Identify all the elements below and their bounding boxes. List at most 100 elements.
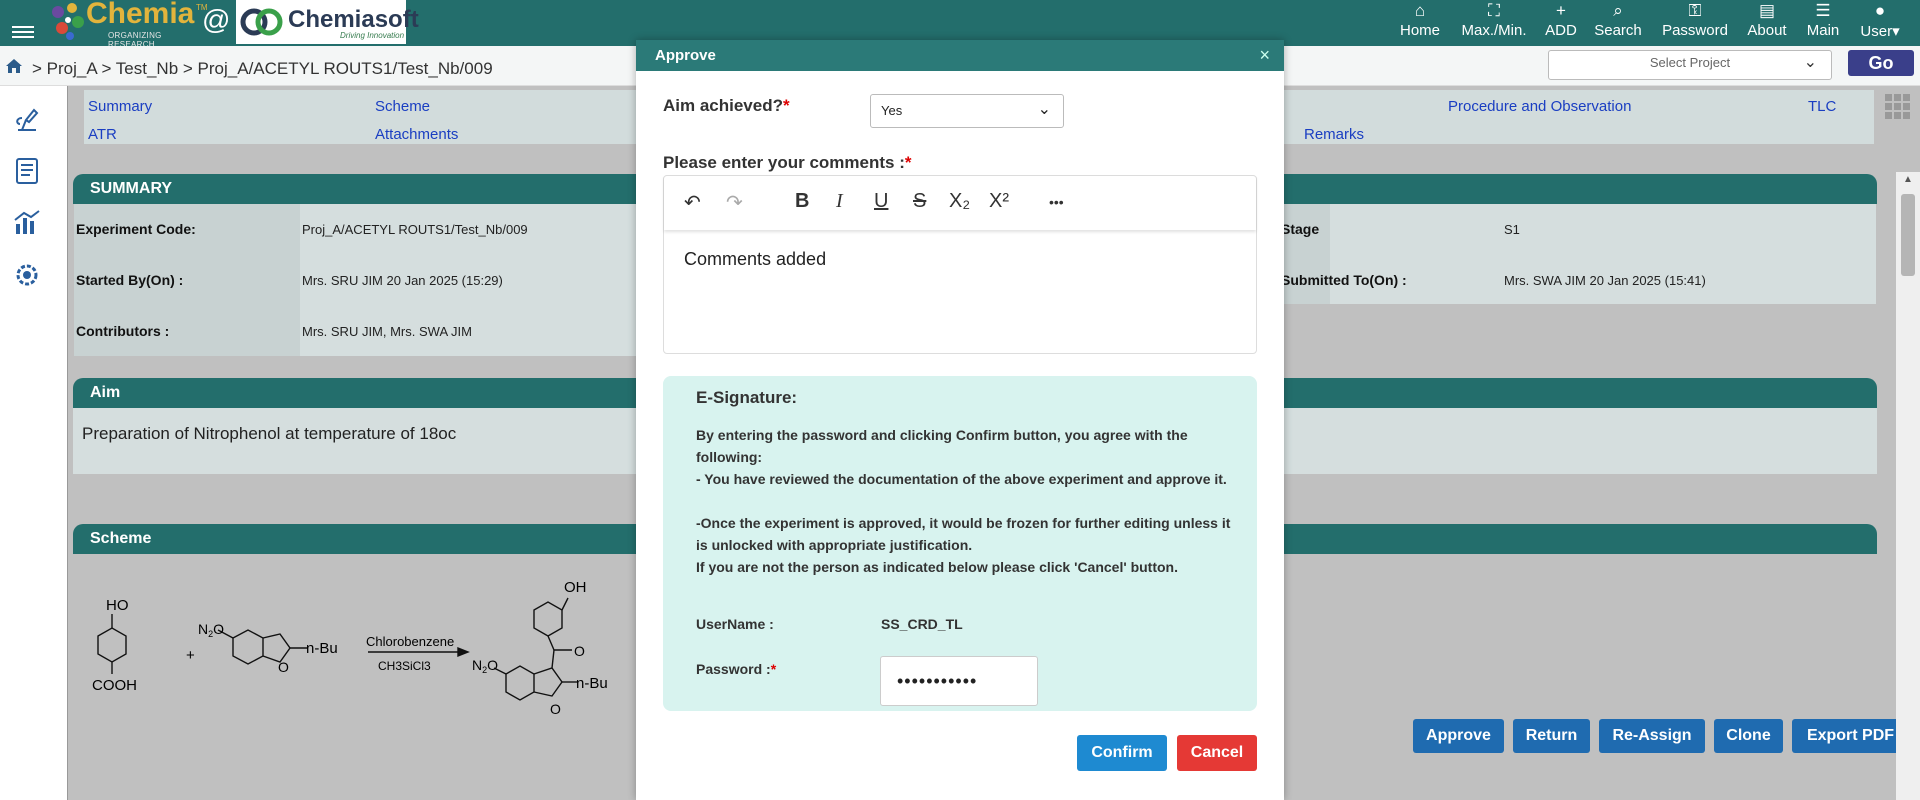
scrollbar[interactable]: ▲	[1896, 172, 1920, 800]
redo-icon[interactable]: ↷	[726, 190, 743, 215]
return-button[interactable]: Return	[1513, 719, 1590, 753]
close-icon[interactable]: ×	[1259, 40, 1270, 71]
hamburger-menu-icon[interactable]	[12, 26, 34, 40]
experiment-code-value: Proj_A/ACETYL ROUTS1/Test_Nb/009	[302, 222, 528, 237]
comments-editor[interactable]: ↶ ↷ B I U S X₂ X² ••• Comments added	[663, 175, 1257, 354]
scheme-no2-right: N2O	[472, 657, 498, 675]
nav-home[interactable]: ⌂ Home	[1398, 1, 1442, 40]
reassign-button[interactable]: Re-Assign	[1599, 719, 1705, 753]
export-pdf-button[interactable]: Export PDF	[1792, 719, 1909, 753]
tab-tlc[interactable]: TLC	[1808, 98, 1836, 115]
nav-search[interactable]: ⌕ Search	[1590, 1, 1646, 40]
subscript-icon[interactable]: X₂	[949, 190, 970, 213]
breadcrumb[interactable]: > Proj_A > Test_Nb > Proj_A/ACETYL ROUTS…	[32, 59, 493, 79]
tab-attachments[interactable]: Attachments	[375, 126, 458, 143]
reaction-scheme: HO COOH + N2O n-Bu O Chlorobenzene CH3Si…	[92, 579, 608, 717]
menu-icon: ☰	[1815, 1, 1831, 20]
bold-icon[interactable]: B	[795, 190, 809, 213]
password-input[interactable]: •••••••••••	[880, 656, 1038, 706]
plus-icon: +	[1556, 1, 1566, 20]
scheme-carbonyl-o: O	[574, 643, 585, 659]
aim-achieved-select[interactable]: Yes ⌄	[870, 94, 1064, 128]
summary-stage-value-column	[1330, 204, 1876, 304]
clone-button[interactable]: Clone	[1714, 719, 1783, 753]
project-select[interactable]: Select Project ⌄	[1548, 50, 1832, 80]
chevron-down-icon: ⌄	[1037, 101, 1051, 118]
approve-button[interactable]: Approve	[1413, 719, 1504, 753]
scheme-nbu-left: n-Bu	[306, 640, 338, 657]
comments-text: Comments added	[684, 249, 827, 269]
grid-icon[interactable]	[1883, 92, 1911, 120]
logo-at: @	[202, 4, 231, 35]
started-by-value: Mrs. SRU JIM 20 Jan 2025 (15:29)	[302, 273, 503, 288]
undo-icon[interactable]: ↶	[684, 190, 701, 215]
tab-remarks[interactable]: Remarks	[1304, 126, 1364, 143]
dialog-title: Approve	[655, 47, 716, 64]
scheme-furan-o-right: O	[550, 701, 561, 717]
home-icon[interactable]	[4, 56, 24, 76]
strikethrough-icon[interactable]: S	[913, 190, 926, 213]
username-label: UserName :	[696, 616, 774, 632]
scrollbar-thumb[interactable]	[1901, 194, 1915, 276]
scheme-cooh-label: COOH	[92, 677, 137, 694]
started-by-label: Started By(On) :	[76, 272, 184, 288]
more-options-icon[interactable]: •••	[1049, 194, 1064, 210]
go-button[interactable]: Go	[1848, 50, 1914, 76]
scheme-ho-label: HO	[106, 597, 129, 614]
e-signature-line-3: -Once the experiment is approved, it wou…	[696, 515, 1231, 553]
submitted-to-value: Mrs. SWA JIM 20 Jan 2025 (15:41)	[1504, 273, 1706, 288]
user-icon: ●	[1874, 1, 1886, 20]
nav-password[interactable]: ⚿ Password	[1658, 1, 1732, 40]
submitted-to-label: Submitted To(On) :	[1281, 272, 1407, 288]
e-signature-title: E-Signature:	[696, 388, 798, 407]
tab-procedure[interactable]: Procedure and Observation	[1448, 98, 1631, 115]
scroll-up-icon[interactable]: ▲	[1903, 174, 1913, 185]
scheme-plus-label: +	[186, 647, 195, 664]
nav-user[interactable]: ● User▾	[1856, 1, 1904, 41]
italic-icon[interactable]: I	[836, 190, 843, 213]
editor-toolbar: ↶ ↷ B I U S X₂ X² •••	[664, 176, 1256, 230]
confirm-button[interactable]: Confirm	[1077, 735, 1167, 771]
stage-label: Stage	[1281, 221, 1320, 237]
tab-scheme[interactable]: Scheme	[375, 98, 430, 115]
tab-summary[interactable]: Summary	[88, 98, 152, 115]
scheme-reagent-label: CH3SiCl3	[378, 659, 431, 673]
home-icon: ⌂	[1414, 1, 1426, 20]
key-icon: ⚿	[1688, 1, 1702, 20]
password-label: Password :*	[696, 661, 777, 677]
scheme-no2-left: N2O	[198, 621, 224, 639]
partner-logo-text: Chemiasoft	[288, 6, 419, 33]
e-signature-line-4: If you are not the person as indicated b…	[696, 559, 1178, 575]
dialog-header: Approve ×	[636, 40, 1284, 71]
notebook-icon[interactable]	[12, 156, 42, 186]
underline-icon[interactable]: U	[874, 190, 888, 213]
contributors-value: Mrs. SRU JIM, Mrs. SWA JIM	[302, 324, 472, 339]
scheme-furan-o-left: O	[278, 659, 289, 675]
chemiasoft-logo: Chemiasoft Driving Innovation	[236, 0, 419, 44]
e-signature-line-2: - You have reviewed the documentation of…	[696, 471, 1227, 487]
sidebar	[0, 86, 68, 800]
chart-icon[interactable]	[12, 208, 42, 238]
settings-cog-icon[interactable]	[12, 260, 42, 290]
nav-max-min[interactable]: ⛶ Max./Min.	[1456, 2, 1532, 40]
tab-atr[interactable]: ATR	[88, 126, 117, 143]
experiment-code-label: Experiment Code:	[76, 221, 196, 237]
search-icon: ⌕	[1613, 1, 1623, 20]
microscope-icon[interactable]	[12, 104, 42, 134]
scheme-nbu-right: n-Bu	[576, 675, 608, 692]
e-signature-panel: E-Signature: By entering the password an…	[663, 376, 1257, 711]
nav-add[interactable]: + ADD	[1544, 1, 1578, 40]
nav-main[interactable]: ☰ Main	[1804, 1, 1842, 40]
partner-tagline: Driving Innovation	[340, 31, 405, 40]
superscript-icon[interactable]: X²	[989, 190, 1009, 213]
aim-achieved-label: Aim achieved?*	[663, 96, 790, 115]
e-signature-line-1: By entering the password and clicking Co…	[696, 427, 1188, 465]
scheme-solvent-label: Chlorobenzene	[366, 634, 454, 649]
logo-text: Chemia	[86, 0, 195, 30]
id-card-icon: ▤	[1758, 1, 1776, 20]
cancel-button[interactable]: Cancel	[1177, 735, 1257, 771]
nav-about[interactable]: ▤ About	[1744, 1, 1790, 40]
stage-value: S1	[1504, 222, 1520, 237]
chevron-down-icon: ▾	[1892, 23, 1900, 40]
comments-label: Please enter your comments :*	[663, 153, 912, 172]
